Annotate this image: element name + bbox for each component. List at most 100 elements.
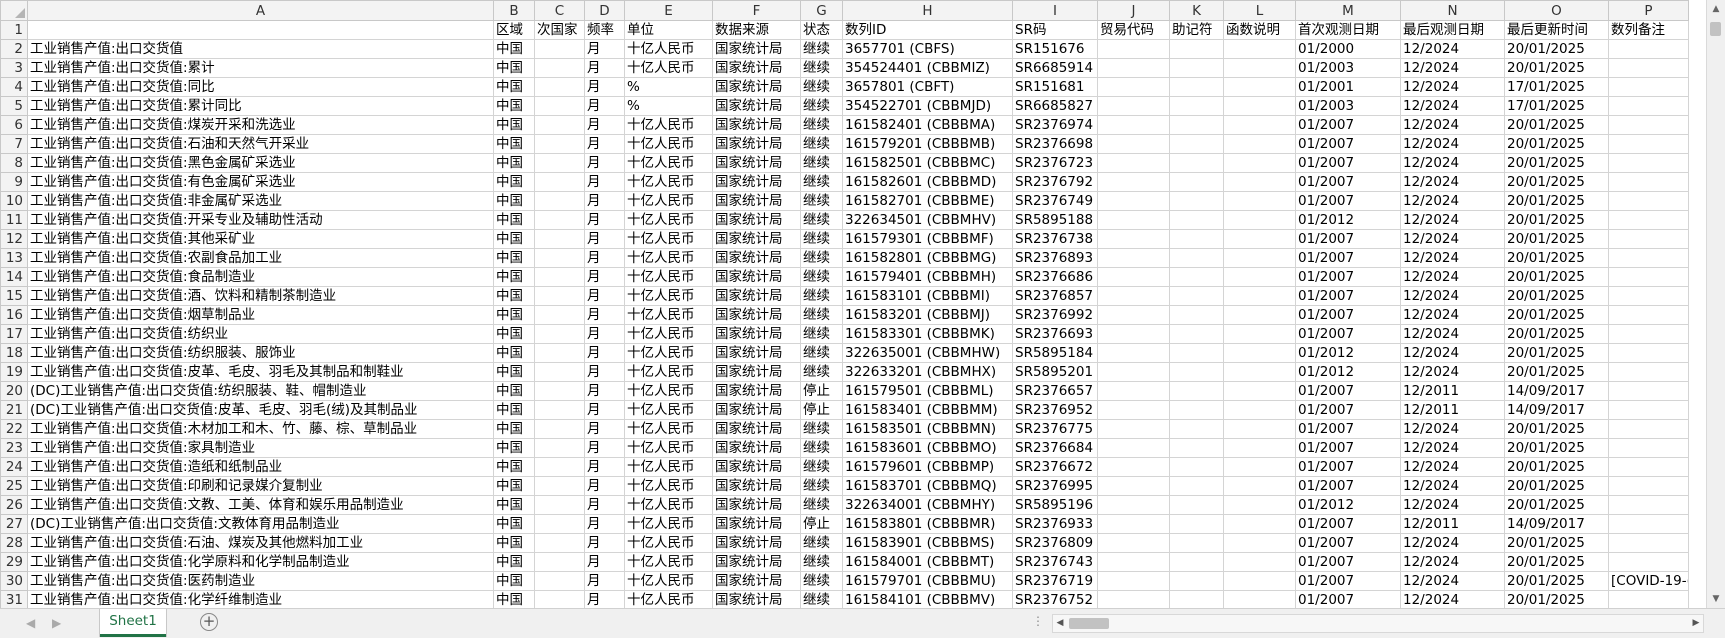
cell-c28[interactable] xyxy=(534,533,585,553)
cell-h12[interactable]: 161579301 (CBBBMF) xyxy=(842,229,1013,249)
row-header[interactable]: 18 xyxy=(0,343,28,363)
cell-j13[interactable] xyxy=(1097,248,1170,268)
cell-i1[interactable]: SR码 xyxy=(1012,20,1098,40)
cell-b5[interactable]: 中国 xyxy=(493,96,535,116)
cell-n3[interactable]: 12/2024 xyxy=(1400,58,1505,78)
cell-i22[interactable]: SR2376775 xyxy=(1012,419,1098,439)
cell-j17[interactable] xyxy=(1097,324,1170,344)
cell-n6[interactable]: 12/2024 xyxy=(1400,115,1505,135)
cell-l24[interactable] xyxy=(1223,457,1296,477)
cell-i8[interactable]: SR2376723 xyxy=(1012,153,1098,173)
cell-p24[interactable] xyxy=(1608,457,1689,477)
cell-l3[interactable] xyxy=(1223,58,1296,78)
cell-l21[interactable] xyxy=(1223,400,1296,420)
cell-i15[interactable]: SR2376857 xyxy=(1012,286,1098,306)
cell-n10[interactable]: 12/2024 xyxy=(1400,191,1505,211)
cell-f9[interactable]: 国家统计局 xyxy=(712,172,801,192)
cell-p27[interactable] xyxy=(1608,514,1689,534)
cell-f14[interactable]: 国家统计局 xyxy=(712,267,801,287)
column-header-k[interactable]: K xyxy=(1169,0,1224,21)
cell-c11[interactable] xyxy=(534,210,585,230)
cell-m4[interactable]: 01/2001 xyxy=(1295,77,1401,97)
cell-d16[interactable]: 月 xyxy=(584,305,625,325)
cell-a23[interactable]: 工业销售产值:出口交货值:家具制造业 xyxy=(27,438,494,458)
cell-h28[interactable]: 161583901 (CBBBMS) xyxy=(842,533,1013,553)
cell-h14[interactable]: 161579401 (CBBBMH) xyxy=(842,267,1013,287)
cell-c4[interactable] xyxy=(534,77,585,97)
cell-k20[interactable] xyxy=(1169,381,1224,401)
cell-d11[interactable]: 月 xyxy=(584,210,625,230)
cell-a8[interactable]: 工业销售产值:出口交货值:黑色金属矿采选业 xyxy=(27,153,494,173)
cell-c30[interactable] xyxy=(534,571,585,591)
cell-i21[interactable]: SR2376952 xyxy=(1012,400,1098,420)
cell-g1[interactable]: 状态 xyxy=(800,20,843,40)
cell-b16[interactable]: 中国 xyxy=(493,305,535,325)
cell-d30[interactable]: 月 xyxy=(584,571,625,591)
cell-k15[interactable] xyxy=(1169,286,1224,306)
cell-i17[interactable]: SR2376693 xyxy=(1012,324,1098,344)
cell-e5[interactable]: % xyxy=(624,96,713,116)
cell-l4[interactable] xyxy=(1223,77,1296,97)
cell-a1[interactable] xyxy=(27,20,494,40)
cell-h29[interactable]: 161584001 (CBBBMT) xyxy=(842,552,1013,572)
cell-d7[interactable]: 月 xyxy=(584,134,625,154)
row-header[interactable]: 11 xyxy=(0,210,28,230)
cell-n4[interactable]: 12/2024 xyxy=(1400,77,1505,97)
cell-d12[interactable]: 月 xyxy=(584,229,625,249)
cell-f31[interactable]: 国家统计局 xyxy=(712,590,801,608)
cell-i27[interactable]: SR2376933 xyxy=(1012,514,1098,534)
cell-j6[interactable] xyxy=(1097,115,1170,135)
cell-a15[interactable]: 工业销售产值:出口交货值:酒、饮料和精制茶制造业 xyxy=(27,286,494,306)
row-header[interactable]: 27 xyxy=(0,514,28,534)
cell-m18[interactable]: 01/2012 xyxy=(1295,343,1401,363)
cell-l25[interactable] xyxy=(1223,476,1296,496)
cell-p15[interactable] xyxy=(1608,286,1689,306)
cell-b10[interactable]: 中国 xyxy=(493,191,535,211)
cell-l12[interactable] xyxy=(1223,229,1296,249)
cell-f28[interactable]: 国家统计局 xyxy=(712,533,801,553)
cell-n26[interactable]: 12/2024 xyxy=(1400,495,1505,515)
cell-m24[interactable]: 01/2007 xyxy=(1295,457,1401,477)
cell-n1[interactable]: 最后观测日期 xyxy=(1400,20,1505,40)
cell-j23[interactable] xyxy=(1097,438,1170,458)
cell-m1[interactable]: 首次观测日期 xyxy=(1295,20,1401,40)
cell-d26[interactable]: 月 xyxy=(584,495,625,515)
cell-h15[interactable]: 161583101 (CBBBMI) xyxy=(842,286,1013,306)
cell-o15[interactable]: 20/01/2025 xyxy=(1504,286,1609,306)
cell-o12[interactable]: 20/01/2025 xyxy=(1504,229,1609,249)
cell-table[interactable]: ABCDEFGHIJKLMNOP 1 区域 次国家 频率 单位 数据来源 状态 数列ID SR码… xyxy=(0,0,1689,608)
cell-p16[interactable] xyxy=(1608,305,1689,325)
cell-e26[interactable]: 十亿人民币 xyxy=(624,495,713,515)
cell-b11[interactable]: 中国 xyxy=(493,210,535,230)
cell-a20[interactable]: (DC)工业销售产值:出口交货值:纺织服装、鞋、帽制造业 xyxy=(27,381,494,401)
cell-n2[interactable]: 12/2024 xyxy=(1400,39,1505,59)
cell-k5[interactable] xyxy=(1169,96,1224,116)
cell-a31[interactable]: 工业销售产值:出口交货值:化学纤维制造业 xyxy=(27,590,494,608)
column-header-f[interactable]: F xyxy=(712,0,801,21)
cell-a26[interactable]: 工业销售产值:出口交货值:文教、工美、体育和娱乐用品制造业 xyxy=(27,495,494,515)
cell-i13[interactable]: SR2376893 xyxy=(1012,248,1098,268)
cell-f13[interactable]: 国家统计局 xyxy=(712,248,801,268)
cell-n8[interactable]: 12/2024 xyxy=(1400,153,1505,173)
cell-e27[interactable]: 十亿人民币 xyxy=(624,514,713,534)
horizontal-scroll-thumb[interactable] xyxy=(1069,618,1109,629)
cell-p10[interactable] xyxy=(1608,191,1689,211)
cell-m21[interactable]: 01/2007 xyxy=(1295,400,1401,420)
cell-j25[interactable] xyxy=(1097,476,1170,496)
cell-k28[interactable] xyxy=(1169,533,1224,553)
cell-p1[interactable]: 数列备注 xyxy=(1608,20,1689,40)
cell-e20[interactable]: 十亿人民币 xyxy=(624,381,713,401)
cell-b3[interactable]: 中国 xyxy=(493,58,535,78)
column-header-p[interactable]: P xyxy=(1608,0,1689,21)
cell-f19[interactable]: 国家统计局 xyxy=(712,362,801,382)
row-header[interactable]: 4 xyxy=(0,77,28,97)
cell-j29[interactable] xyxy=(1097,552,1170,572)
cell-g27[interactable]: 停止 xyxy=(800,514,843,534)
cell-o18[interactable]: 20/01/2025 xyxy=(1504,343,1609,363)
cell-b15[interactable]: 中国 xyxy=(493,286,535,306)
cell-c1[interactable]: 次国家 xyxy=(534,20,585,40)
cell-j10[interactable] xyxy=(1097,191,1170,211)
cell-m11[interactable]: 01/2012 xyxy=(1295,210,1401,230)
cell-b24[interactable]: 中国 xyxy=(493,457,535,477)
cell-b1[interactable]: 区域 xyxy=(493,20,535,40)
